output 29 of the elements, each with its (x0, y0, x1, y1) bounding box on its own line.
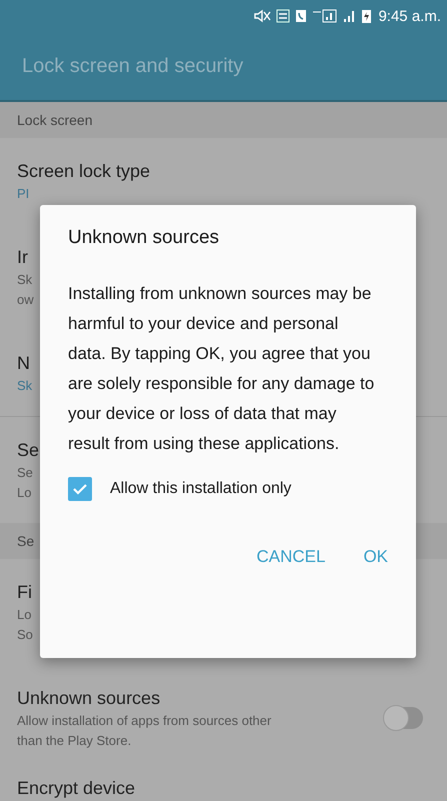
status-time: 9:45 a.m. (378, 8, 441, 24)
mute-icon (253, 9, 272, 23)
section-header: Lock screen (0, 102, 447, 138)
setting-title[interactable]: Se (17, 437, 40, 463)
setting-title[interactable]: Screen lock type (17, 158, 150, 184)
setting-title[interactable]: Unknown sources (17, 685, 160, 711)
setting-summary: Sk (17, 377, 32, 395)
setting-summary: Allow installation of apps from sources other (17, 712, 272, 730)
setting-summary: PI (17, 185, 30, 203)
checkbox-label: Allow this installation only (110, 480, 292, 498)
setting-title[interactable]: Fi (17, 579, 32, 605)
dialog-message: Installing from unknown sources may be harmful to your device and personal data. By tapping OK, you agree that you are solely responsible for any damage to your device or loss of data that may result from using these applications. (68, 283, 376, 455)
signal-icon (312, 9, 338, 23)
toggle-switch[interactable] (385, 707, 423, 729)
setting-summary: Sk (17, 271, 32, 289)
setting-title[interactable]: Ir (17, 244, 28, 270)
dialog-title: Unknown sources (68, 226, 220, 249)
setting-summary: So (17, 626, 33, 644)
setting-summary: ow (17, 291, 34, 309)
setting-title[interactable]: N (17, 350, 30, 376)
screen-title: Lock screen and security (22, 54, 244, 78)
setting-summary: than the Play Store. (17, 732, 132, 750)
checkbox[interactable] (68, 477, 92, 501)
battery-charging-icon (362, 9, 372, 23)
setting-summary: Lo (17, 606, 32, 624)
setting-title[interactable]: Encrypt device (17, 775, 136, 801)
phone-icon (295, 9, 308, 23)
setting-summary: Lo (17, 484, 32, 502)
setting-summary: Se (17, 464, 33, 482)
